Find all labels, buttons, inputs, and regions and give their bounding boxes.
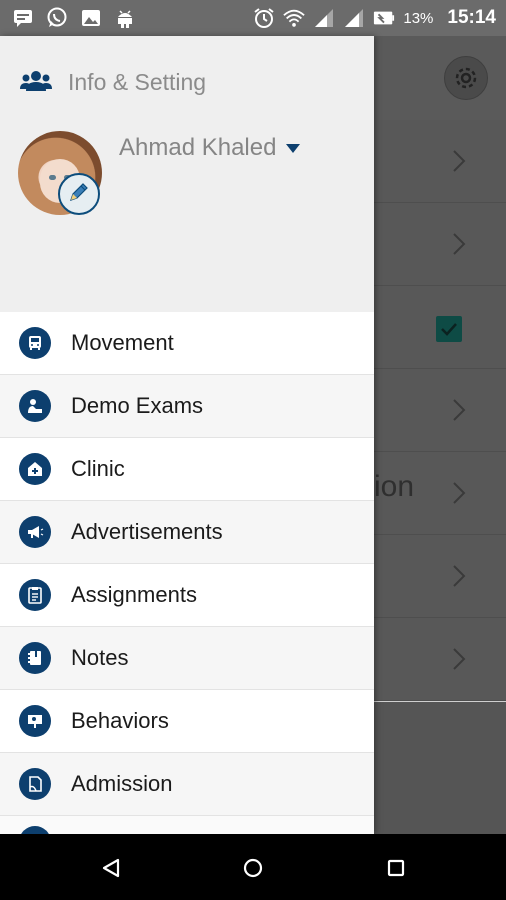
menu-item-demo-exams[interactable]: Demo Exams [0, 375, 374, 438]
android-debug-icon [114, 7, 136, 29]
background-row[interactable] [374, 203, 506, 286]
notification-icons [12, 6, 136, 30]
menu-item-clinic[interactable]: Clinic [0, 438, 374, 501]
menu-item-admission[interactable]: Admission [0, 753, 374, 816]
menu-item-label: Movement [71, 330, 174, 355]
system-nav-bar [0, 834, 506, 900]
chevron-right-icon [453, 482, 466, 504]
clipboard-icon [19, 579, 51, 611]
menu-item-behaviors[interactable]: Behaviors [0, 690, 374, 753]
student-icon [19, 390, 51, 422]
navigation-drawer: Info & Setting Ahmad Khaled Movement Dem… [0, 36, 374, 834]
chevron-right-icon [453, 648, 466, 670]
message-icon [12, 7, 34, 29]
background-row[interactable] [374, 535, 506, 618]
menu-item-label: Clinic [71, 456, 125, 481]
drawer-header-title: Info & Setting [68, 69, 207, 95]
background-row[interactable] [374, 286, 506, 369]
signal-icon [343, 7, 365, 29]
wifi-icon [283, 7, 306, 29]
background-row[interactable]: ion [374, 452, 506, 535]
alarm-icon [253, 7, 275, 29]
menu-item-movement[interactable]: Movement [0, 312, 374, 375]
chevron-right-icon [453, 150, 466, 172]
edit-avatar-button[interactable] [58, 173, 100, 215]
back-icon[interactable] [98, 855, 124, 881]
menu-item-advertisements[interactable]: Advertisements [0, 501, 374, 564]
chevron-right-icon [453, 565, 466, 587]
battery-icon [373, 7, 395, 29]
drawer-menu: Movement Demo Exams Clinic Advertisement… [0, 312, 374, 816]
clock: 15:14 [447, 7, 496, 28]
menu-item-label: Demo Exams [71, 393, 204, 418]
chevron-right-icon [453, 233, 466, 255]
background-empty-area [374, 702, 506, 834]
system-icons: 13% 15:14 [253, 4, 496, 32]
menu-item-label: Behaviors [71, 708, 169, 733]
menu-item-label: Admission [71, 771, 173, 796]
menu-item-label: Assignments [71, 582, 197, 607]
document-icon [19, 768, 51, 800]
board-icon [19, 705, 51, 737]
chevron-right-icon [453, 399, 466, 421]
pencil-icon [67, 180, 91, 208]
avatar-eye [49, 175, 56, 180]
bus-icon [19, 327, 51, 359]
dropdown-arrow-icon [286, 139, 301, 158]
battery-percent: 13% [403, 9, 434, 27]
menu-item-label: Notes [71, 645, 129, 670]
settings-gear-icon[interactable] [444, 56, 488, 100]
home-icon[interactable] [240, 855, 266, 881]
background-row-text: ion [374, 470, 415, 503]
whatsapp-icon [46, 7, 68, 29]
menu-item-notes[interactable]: Notes [0, 627, 374, 690]
status-bar: 13% 15:14 [0, 0, 506, 36]
background-row[interactable] [374, 369, 506, 452]
background-row[interactable] [374, 120, 506, 203]
menu-item-partial-icon [19, 826, 51, 834]
account-switcher[interactable]: Ahmad Khaled [119, 134, 301, 162]
menu-item-label: Advertisements [71, 519, 223, 544]
background-row[interactable] [374, 618, 506, 701]
notebook-icon [19, 642, 51, 674]
megaphone-icon [19, 516, 51, 548]
info-setting-row[interactable]: Info & Setting [20, 69, 206, 96]
clinic-icon [19, 453, 51, 485]
menu-item-assignments[interactable]: Assignments [0, 564, 374, 627]
drawer-header: Info & Setting Ahmad Khaled [0, 36, 374, 312]
group-icon [20, 70, 52, 96]
user-name: Ahmad Khaled [119, 134, 277, 161]
signal-icon [313, 7, 335, 29]
image-icon [80, 7, 102, 29]
checkbox-checked[interactable] [436, 316, 462, 342]
recents-icon[interactable] [383, 855, 409, 881]
